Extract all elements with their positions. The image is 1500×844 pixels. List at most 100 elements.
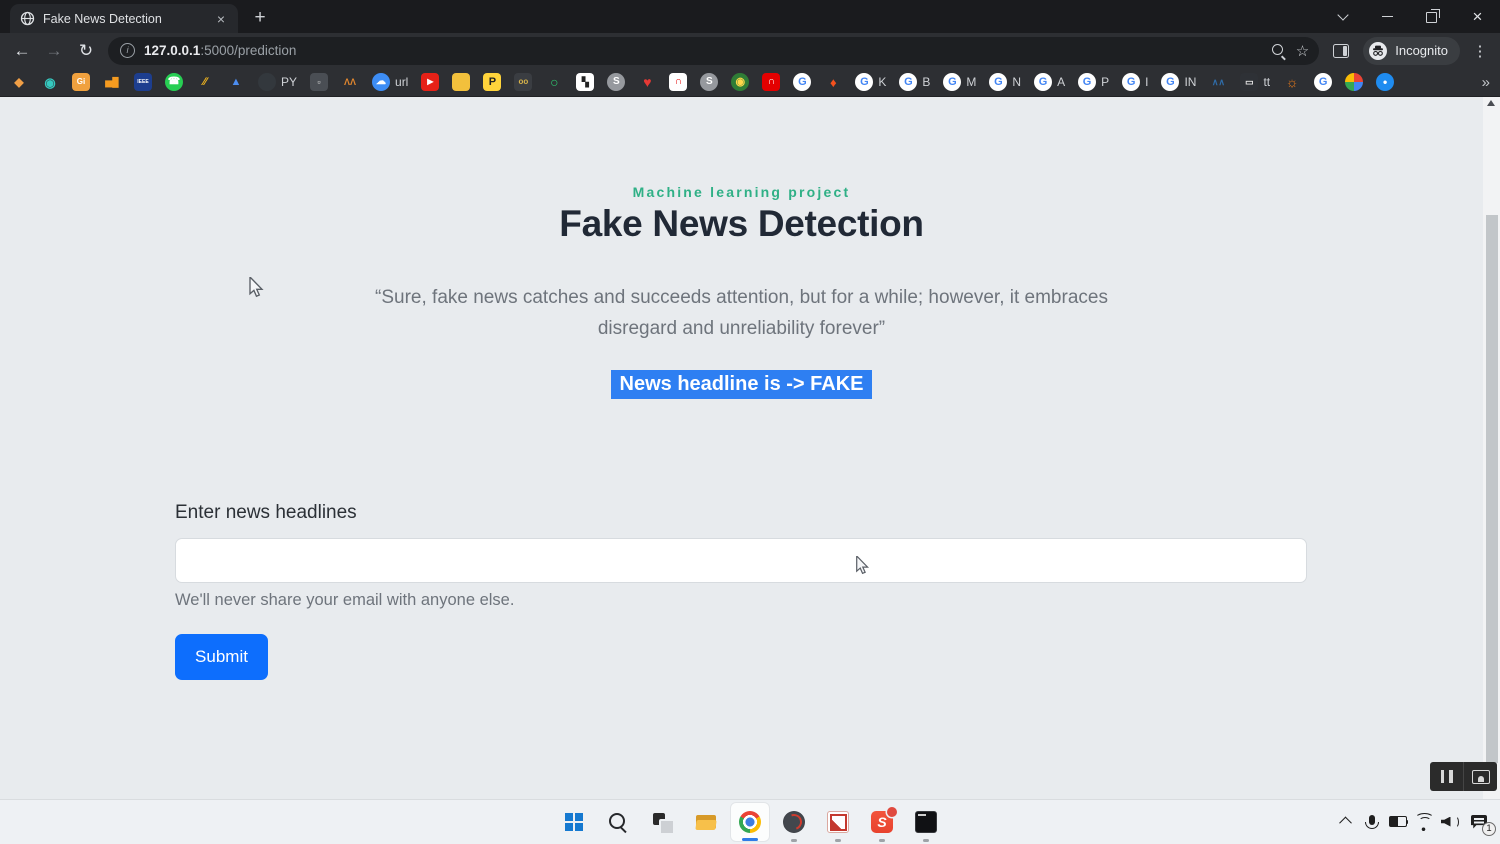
airtel-red-bookmark-icon[interactable]: ∩: [762, 73, 780, 91]
side-panel-icon[interactable]: [1333, 44, 1349, 58]
google-ads-bookmark-icon[interactable]: ∕∕: [196, 73, 214, 91]
tab-title: Fake News Detection: [43, 12, 204, 26]
s-gray-bookmark-icon-2[interactable]: S: [700, 73, 718, 91]
p-square-bookmark-icon[interactable]: P: [483, 73, 501, 91]
google-p-bookmark-icon[interactable]: G P: [1078, 73, 1109, 91]
bookmark-label: PY: [281, 75, 297, 89]
page-scrollbar[interactable]: [1483, 97, 1500, 799]
headline-input[interactable]: [175, 538, 1307, 583]
picture-manager-button[interactable]: [818, 802, 858, 842]
bookmark-star-icon[interactable]: ☆: [1296, 42, 1309, 60]
frame-bookmark-icon[interactable]: ▫: [310, 73, 328, 91]
ads-arrow-bookmark-icon[interactable]: ▲: [227, 73, 245, 91]
app-icon: [827, 811, 849, 833]
hidden-icons-chevron-icon[interactable]: [1334, 802, 1357, 842]
github-bookmark-icon[interactable]: PY: [258, 73, 297, 91]
google-m-bookmark-icon[interactable]: G M: [943, 73, 976, 91]
bookmark-favicon: G: [855, 73, 873, 91]
pause-button[interactable]: [1430, 762, 1463, 791]
bridge-bookmark-icon[interactable]: ΛΛ: [341, 73, 359, 91]
matlab-bookmark-icon[interactable]: ♦: [824, 73, 842, 91]
s-gray-bookmark-icon[interactable]: S: [607, 73, 625, 91]
google-n-bookmark-icon[interactable]: G N: [989, 73, 1021, 91]
sbi-bookmark-icon[interactable]: •: [1376, 73, 1394, 91]
bookmark-favicon: IEEE: [134, 73, 152, 91]
s-app-button[interactable]: [862, 802, 902, 842]
globe-favicon-icon: [20, 11, 35, 26]
reload-button[interactable]: ↻: [72, 37, 100, 65]
whatsapp-bookmark-icon[interactable]: ☎: [165, 73, 183, 91]
google-k-bookmark-icon[interactable]: G K: [855, 73, 886, 91]
browser-tab[interactable]: Fake News Detection ×: [10, 4, 238, 33]
scrollbar-up-icon[interactable]: [1487, 100, 1495, 106]
window-chevron-icon[interactable]: [1320, 0, 1365, 33]
godaddy-bookmark-icon[interactable]: ◉: [41, 73, 59, 91]
google-b-bookmark-icon[interactable]: G B: [899, 73, 930, 91]
wifi-icon[interactable]: [1412, 802, 1435, 842]
glasses-bookmark-icon[interactable]: oo: [514, 73, 532, 91]
microphone-icon[interactable]: [1360, 802, 1383, 842]
google-in-bookmark-icon[interactable]: G IN: [1161, 73, 1196, 91]
new-tab-button[interactable]: +: [246, 4, 274, 32]
headline-input-label: Enter news headlines: [175, 502, 357, 524]
sun-bookmark-icon[interactable]: ☼: [1283, 73, 1301, 91]
bookmark-label: K: [878, 75, 886, 89]
green-ring-bookmark-icon[interactable]: ○: [545, 73, 563, 91]
recorder-app-button[interactable]: [774, 802, 814, 842]
running-indicator: [835, 839, 841, 842]
bookmark-favicon: G: [1078, 73, 1096, 91]
google-a-bookmark-icon[interactable]: G A: [1034, 73, 1065, 91]
search-button[interactable]: [598, 802, 638, 842]
orange-arrow-bookmark-icon[interactable]: ◆: [10, 73, 28, 91]
google-bookmark-icon-2[interactable]: G: [1314, 73, 1332, 91]
site-info-icon[interactable]: i: [120, 43, 135, 58]
back-button[interactable]: ←: [8, 37, 36, 65]
address-bar[interactable]: i 127.0.0.1:5000/prediction ☆: [108, 37, 1319, 65]
submit-button[interactable]: Submit: [175, 634, 268, 680]
heart-bookmark-icon[interactable]: ♥: [638, 73, 656, 91]
window-restore-button[interactable]: [1410, 0, 1455, 33]
bookmark-favicon: ♦: [824, 73, 842, 91]
youtube-bookmark-icon[interactable]: ▶: [421, 73, 439, 91]
bookmark-favicon: P: [483, 73, 501, 91]
helper-text: We'll never share your email with anyone…: [175, 591, 514, 610]
notifications-button[interactable]: 1: [1464, 802, 1494, 842]
window-minimize-button[interactable]: [1365, 0, 1410, 33]
coin-bookmark-icon[interactable]: ◉: [731, 73, 749, 91]
file-explorer-button[interactable]: [686, 802, 726, 842]
analytics-bookmark-icon[interactable]: ▅█: [103, 73, 121, 91]
bookmarks-overflow-icon[interactable]: »: [1482, 74, 1490, 91]
battery-icon[interactable]: [1386, 802, 1409, 842]
tab-close-icon[interactable]: ×: [212, 10, 230, 28]
airtel-white-bookmark-icon[interactable]: ∩: [669, 73, 687, 91]
bookmark-label: B: [922, 75, 930, 89]
bookmark-favicon: ◉: [41, 73, 59, 91]
zoom-icon[interactable]: [1271, 43, 1287, 59]
terminal-button[interactable]: [906, 802, 946, 842]
sticker-bookmark-icon[interactable]: [452, 73, 470, 91]
chrome-taskbar-button[interactable]: [730, 802, 770, 842]
url-text[interactable]: 127.0.0.1:5000/prediction: [144, 43, 1262, 58]
bookmark-label: IN: [1184, 75, 1196, 89]
volume-icon[interactable]: [1438, 802, 1461, 842]
scrollbar-thumb[interactable]: [1486, 215, 1498, 763]
start-button[interactable]: [554, 802, 594, 842]
task-view-button[interactable]: [642, 802, 682, 842]
bird-doc-bookmark-icon[interactable]: ▚: [576, 73, 594, 91]
url-cloud-bookmark-icon[interactable]: ☁ url: [372, 73, 408, 91]
window-close-button[interactable]: ×: [1455, 0, 1500, 33]
gi-bookmark-icon[interactable]: Gi: [72, 73, 90, 91]
forward-button[interactable]: →: [40, 37, 68, 65]
bookmark-label: url: [395, 75, 408, 89]
peaks-bookmark-icon[interactable]: ∧∧: [1209, 73, 1227, 91]
tt-monitor-bookmark-icon[interactable]: ▭ tt: [1240, 73, 1270, 91]
google-bookmark-icon[interactable]: G: [793, 73, 811, 91]
web-page: Machine learning project Fake News Detec…: [0, 97, 1500, 799]
google-i-bookmark-icon[interactable]: G I: [1122, 73, 1148, 91]
ieee-bookmark-icon[interactable]: IEEE: [134, 73, 152, 91]
browser-menu-icon[interactable]: ⋮: [1468, 42, 1492, 60]
bookmark-favicon: [1345, 73, 1363, 91]
google-photos-bookmark-icon[interactable]: [1345, 73, 1363, 91]
snapshot-button[interactable]: [1463, 762, 1497, 791]
incognito-badge[interactable]: Incognito: [1363, 37, 1460, 65]
